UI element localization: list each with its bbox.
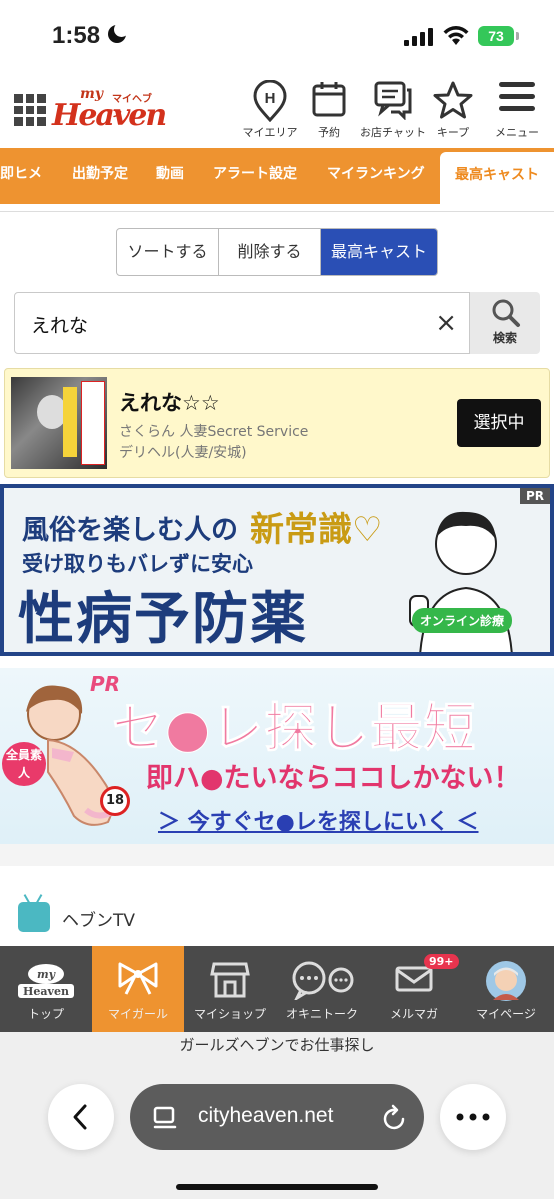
tabbar-mail-magazine[interactable]: 99+ メルマガ [368, 946, 460, 1032]
cast-card[interactable]: えれな☆☆ さくらん 人妻Secret Service デリヘル(人妻/安城) … [4, 368, 550, 478]
nav-reservation[interactable]: 予約 [306, 80, 352, 140]
best-cast-button[interactable]: 最高キャスト [321, 229, 437, 275]
heaven-tv-label: ヘブンTV [62, 911, 136, 931]
online-consult-badge: オンライン診療 [412, 608, 513, 633]
search-icon [492, 299, 520, 327]
tab-video[interactable]: 動画 [156, 148, 184, 204]
battery-indicator: 73 [478, 26, 514, 46]
search-input[interactable]: えれな × [14, 292, 470, 354]
my-heaven-logo-icon: my Heaven [18, 964, 74, 998]
banner2-subtitle: 即ハ●たいならココしかない！ [146, 763, 521, 794]
cast-shop[interactable]: さくらん 人妻Secret Service [119, 421, 308, 441]
tabs-divider [0, 204, 554, 212]
tab-schedule[interactable]: 出勤予定 [72, 148, 128, 204]
search-button-label: 検索 [492, 331, 517, 345]
cast-category: デリヘル(人妻/安城) [119, 445, 247, 461]
app-header: my マイヘブン Heaven H マイエリア 予約 お店チャット キープ メニ… [0, 72, 554, 148]
search-button[interactable]: 検索 [470, 292, 540, 354]
calendar-icon [312, 82, 346, 117]
talk-bubbles-icon [292, 961, 354, 1000]
svg-text:H: H [265, 90, 276, 107]
banner-headline: 風俗を楽しむ人の [22, 515, 238, 546]
category-tabs: 即ヒメ 出勤予定 動画 アラート設定 マイランキング 最高キャスト [0, 148, 554, 204]
nav-keep[interactable]: キープ [430, 80, 476, 140]
star-icon [433, 81, 473, 119]
tabbar-my-girl[interactable]: マイガール [92, 946, 184, 1032]
moon-icon [108, 22, 129, 43]
home-indicator [176, 1184, 378, 1190]
action-segment: ソートする 削除する 最高キャスト [116, 228, 438, 276]
tabbar-okini-talk[interactable]: オキニトーク [276, 946, 368, 1032]
delete-button[interactable]: 削除する [219, 229, 321, 275]
tabbar-my-page[interactable]: マイページ [460, 946, 552, 1032]
clock: 1:58 [52, 22, 101, 49]
ad-banner-std-prevention[interactable]: PR 風俗を楽しむ人の 新常識♡ 受け取りもバレずに安心 性病予防薬 オンライン… [0, 484, 554, 656]
tabbar-my-shop[interactable]: マイショップ [184, 946, 276, 1032]
ellipsis-icon [456, 1113, 490, 1121]
signal-icon [404, 28, 434, 46]
status-bar: 1:58 73 [0, 0, 554, 72]
more-button[interactable] [440, 1084, 506, 1150]
tab-alert-settings[interactable]: アラート設定 [213, 148, 297, 204]
cast-photo [11, 377, 107, 469]
back-button[interactable] [48, 1084, 114, 1150]
banner2-link[interactable]: ＞ 今すぐセ●レを探しにいく ＜ [158, 804, 479, 836]
tab-instant[interactable]: 即ヒメ [0, 148, 42, 204]
svg-text:Heaven: Heaven [23, 985, 69, 998]
ribbon-icon [118, 962, 158, 995]
amateur-badge: 全員素人 [2, 742, 46, 786]
grid-menu-icon[interactable] [14, 94, 46, 126]
reload-icon[interactable] [382, 1104, 408, 1132]
recruit-link[interactable]: ガールズヘブンでお仕事探し [0, 1032, 554, 1062]
battery-tip [516, 32, 519, 40]
cast-name: えれな☆☆ [119, 391, 220, 415]
url-text: cityheaven.net [198, 1104, 334, 1127]
age-18-icon: 18 [100, 786, 130, 816]
hamburger-icon [499, 82, 535, 111]
unread-badge: 99+ [424, 954, 459, 969]
tab-best-cast[interactable]: 最高キャスト [440, 152, 554, 204]
section-gap [0, 844, 554, 866]
shop-icon [210, 962, 250, 998]
tabbar-top[interactable]: my Heaven トップ [0, 946, 92, 1032]
search-bar: えれな × 検索 [14, 292, 540, 354]
banner-headline-accent: 新常識♡ [250, 510, 383, 550]
tab-my-ranking[interactable]: マイランキング [327, 148, 425, 204]
tv-icon [18, 902, 50, 932]
clear-icon[interactable]: × [435, 309, 457, 337]
map-pin-h-icon: H [253, 80, 287, 122]
avatar-icon [486, 961, 526, 1001]
nav-shop-chat[interactable]: お店チャット [360, 80, 426, 140]
bottom-tab-bar: my Heaven トップ マイガール マイショップ オキニトーク 99+ メル… [0, 946, 554, 1032]
selected-button[interactable]: 選択中 [457, 399, 541, 447]
search-value: えれな [31, 315, 89, 337]
nav-my-area[interactable]: H マイエリア [240, 80, 300, 140]
banner-title: 性病予防薬 [18, 587, 308, 652]
ad-banner-friend-search[interactable]: 全員素人 18 PR セ●レ探し最短 即ハ●たいならココしかない！ ＞ 今すぐセ… [0, 668, 554, 844]
my-heaven-logo[interactable]: my マイヘブン Heaven [52, 84, 167, 140]
chevron-left-icon [73, 1104, 87, 1130]
banner2-title: セ●レ探し最短 [111, 699, 477, 760]
nav-menu[interactable]: メニュー [488, 80, 546, 140]
browser-toolbar: cityheaven.net [0, 1062, 554, 1199]
wifi-icon [443, 26, 469, 45]
chat-icon [374, 81, 412, 120]
sort-button[interactable]: ソートする [117, 229, 219, 275]
page-menu-icon [153, 1106, 177, 1129]
address-bar[interactable]: cityheaven.net [130, 1084, 424, 1150]
svg-text:my: my [37, 968, 57, 981]
